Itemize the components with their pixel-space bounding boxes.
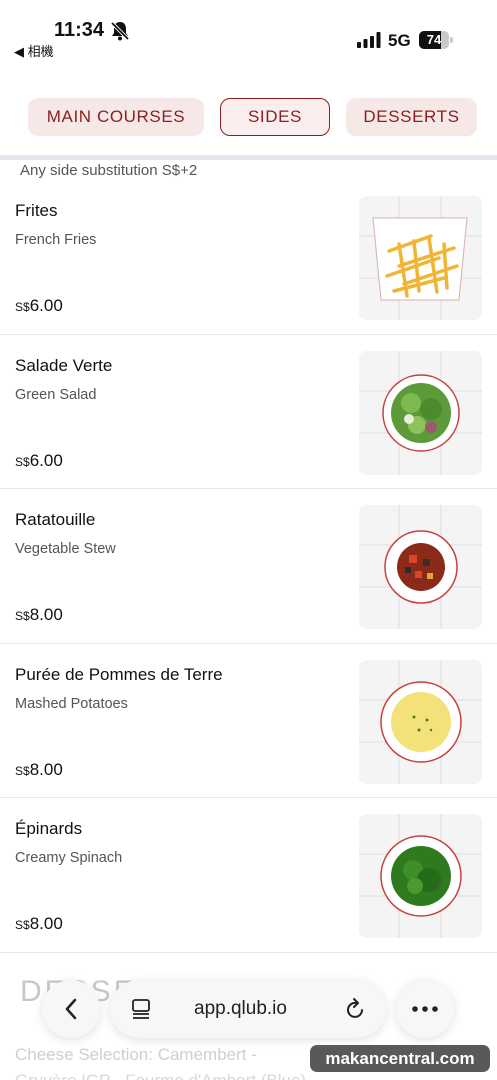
section-note: Any side substitution S$+2 bbox=[20, 162, 198, 179]
tab-main-courses[interactable]: MAIN COURSES bbox=[28, 98, 204, 136]
price-currency: S$ bbox=[15, 609, 30, 623]
menu-item[interactable]: Salade Verte Green Salad S$6.00 bbox=[0, 335, 497, 489]
item-description: Mashed Potatoes bbox=[15, 695, 128, 712]
item-price: S$6.00 bbox=[15, 296, 63, 316]
category-tabs: MAIN COURSES SIDES DESSERTS bbox=[0, 98, 497, 138]
network-type: 5G bbox=[388, 31, 411, 50]
menu-item[interactable]: Ratatouille Vegetable Stew S$8.00 bbox=[0, 489, 497, 644]
price-value: 6.00 bbox=[29, 450, 63, 470]
salad-photo bbox=[359, 350, 482, 475]
cellular-signal-icon bbox=[357, 32, 381, 48]
price-value: 8.00 bbox=[29, 914, 63, 933]
menu-item[interactable]: Épinards Creamy Spinach S$8.00 bbox=[0, 798, 497, 953]
browser-back-button[interactable] bbox=[42, 980, 100, 1038]
reload-icon[interactable] bbox=[345, 997, 367, 1021]
status-bar: 11:34 ◀ 相機 5G 74 bbox=[0, 0, 497, 62]
item-price: S$8.00 bbox=[15, 760, 63, 780]
item-name: Salade Verte bbox=[15, 355, 113, 375]
tab-sides[interactable]: SIDES bbox=[220, 98, 330, 136]
reader-mode-icon[interactable] bbox=[130, 998, 152, 1020]
watermark: makancentral.com bbox=[310, 1045, 490, 1072]
back-to-app-link[interactable]: ◀ 相機 bbox=[14, 41, 54, 60]
mashed-potatoes-photo bbox=[359, 659, 482, 784]
price-currency: S$ bbox=[15, 918, 30, 932]
price-currency: S$ bbox=[15, 454, 30, 469]
price-currency: S$ bbox=[15, 300, 30, 314]
next-item-name: Cheese Selection: Camembert - bbox=[15, 1045, 257, 1064]
menu-item[interactable]: Frites French Fries S$6.00 bbox=[0, 180, 497, 335]
url-text: app.qlub.io bbox=[194, 998, 287, 1019]
item-price: S$6.00 bbox=[15, 451, 63, 471]
item-price: S$8.00 bbox=[15, 605, 63, 625]
status-time: 11:34 bbox=[54, 19, 105, 41]
item-name: Ratatouille bbox=[15, 510, 96, 529]
item-name: Frites bbox=[15, 201, 58, 220]
address-bar[interactable]: app.qlub.io bbox=[110, 980, 386, 1038]
item-description: French Fries bbox=[15, 232, 97, 248]
price-value: 6.00 bbox=[29, 296, 63, 315]
price-currency: S$ bbox=[15, 763, 30, 778]
next-item-name-cont: Gruyère IGP - Fourme d'Ambert (Blue) bbox=[15, 1071, 306, 1080]
bell-off-icon bbox=[110, 21, 130, 41]
menu-list: Frites French Fries S$6.00 Salade Verte … bbox=[0, 180, 497, 953]
more-options-button[interactable] bbox=[396, 980, 454, 1038]
section-divider bbox=[0, 155, 497, 160]
ellipsis-icon bbox=[412, 1006, 438, 1012]
price-value: 8.00 bbox=[29, 759, 63, 779]
item-name: Purée de Pommes de Terre bbox=[15, 664, 223, 684]
tab-desserts[interactable]: DESSERTS bbox=[346, 98, 477, 136]
ratatouille-photo bbox=[359, 505, 482, 629]
price-value: 8.00 bbox=[29, 605, 63, 624]
item-description: Vegetable Stew bbox=[15, 541, 116, 557]
item-price: S$8.00 bbox=[15, 914, 63, 934]
battery-level: 74 bbox=[426, 32, 442, 47]
battery-icon: 74 bbox=[419, 31, 453, 49]
spinach-photo bbox=[359, 814, 482, 938]
chevron-left-icon bbox=[65, 998, 77, 1020]
item-name: Épinards bbox=[15, 819, 83, 838]
menu-item[interactable]: Purée de Pommes de Terre Mashed Potatoes… bbox=[0, 644, 497, 798]
item-description: Green Salad bbox=[15, 386, 97, 403]
fries-photo bbox=[359, 196, 482, 320]
item-description: Creamy Spinach bbox=[15, 850, 123, 866]
